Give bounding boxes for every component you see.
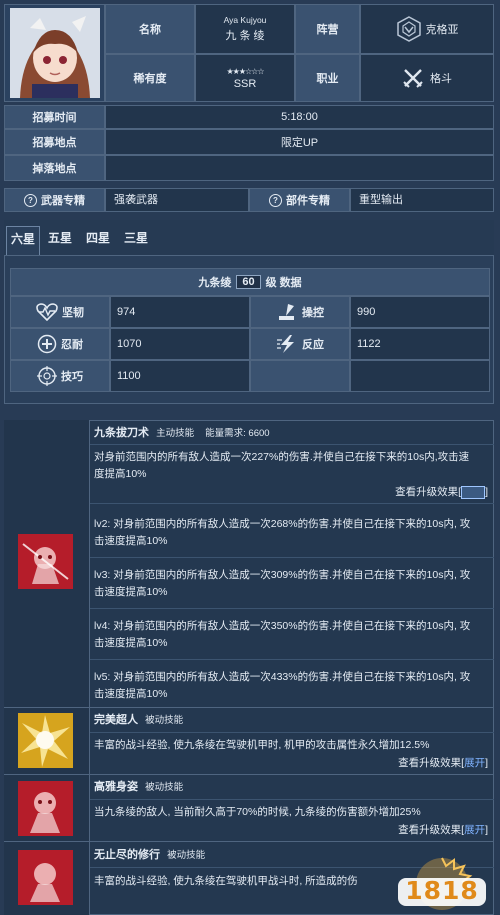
skill4-icon bbox=[18, 850, 73, 905]
divider bbox=[4, 841, 494, 842]
skill3-upgrade-link[interactable]: 查看升级效果[展开] bbox=[398, 822, 488, 837]
skill3-type: 被动技能 bbox=[145, 782, 184, 793]
skill1-level5: lv5: 对身前范围内的所有敌人造成一次433%的伤害.并使自己在接下来的10s… bbox=[94, 671, 471, 700]
name-roman: Aya Kujyou bbox=[223, 15, 267, 25]
rarity-stars: ★★★☆☆☆ bbox=[226, 66, 264, 76]
shield-plus-icon bbox=[37, 334, 57, 354]
divider bbox=[4, 774, 494, 775]
skill1-energy: 能量需求: 6600 bbox=[205, 428, 270, 439]
divider bbox=[4, 707, 494, 708]
job-cell: 格斗 bbox=[360, 54, 494, 102]
stats-title-row: 九条绫 60 级 数据 bbox=[10, 268, 490, 296]
skill2-upgrade-link[interactable]: 查看升级效果[展开] bbox=[398, 755, 488, 770]
divider bbox=[90, 608, 494, 609]
skill4-name: 无止尽的修行 bbox=[94, 849, 160, 861]
part-mastery-value: 重型输出 bbox=[350, 188, 494, 212]
drop-place-label: 掉落地点 bbox=[4, 155, 105, 181]
name-label: 名称 bbox=[105, 4, 195, 54]
recruit-time-value: 5:18:00 bbox=[105, 105, 494, 129]
skill2-expand-link[interactable]: 展开 bbox=[464, 757, 485, 769]
skill3-expand-link[interactable]: 展开 bbox=[464, 824, 485, 836]
skill3-name: 高雅身姿 bbox=[94, 781, 138, 793]
skill1-upgrade-link[interactable]: 查看升级效果[] bbox=[395, 484, 488, 499]
joystick-icon bbox=[279, 304, 294, 320]
tab-three-star[interactable]: 三星 bbox=[120, 226, 152, 250]
heart-pulse-icon bbox=[36, 303, 58, 321]
stat-value-toughness: 974 bbox=[110, 296, 250, 328]
star-tabs-bar bbox=[4, 220, 494, 256]
faction-emblem-icon bbox=[396, 16, 421, 42]
question-icon: ? bbox=[24, 193, 37, 207]
name-cn: 九 条 绫 bbox=[225, 30, 265, 42]
stat-label-empty bbox=[250, 360, 350, 392]
skill2-type: 被动技能 bbox=[145, 715, 184, 726]
stat-label-toughness: 坚韧 bbox=[10, 296, 110, 328]
name-cell: Aya Kujyou 九 条 绫 bbox=[195, 4, 295, 54]
crossed-swords-icon bbox=[403, 69, 423, 88]
skill4-type: 被动技能 bbox=[167, 850, 206, 861]
stat-value-endurance: 1070 bbox=[110, 328, 250, 360]
divider bbox=[90, 444, 494, 445]
stat-value-skill: 1100 bbox=[110, 360, 250, 392]
character-avatar bbox=[10, 8, 100, 98]
rarity-value: SSR bbox=[233, 77, 257, 90]
watermark-text: 1818 bbox=[405, 876, 479, 905]
skill1-name: 九条拔刀术 bbox=[94, 427, 149, 439]
drop-place-value bbox=[105, 155, 494, 181]
recruit-place-label: 招募地点 bbox=[4, 129, 105, 155]
tab-six-star[interactable]: 六星 bbox=[6, 226, 41, 255]
site-watermark-logo: 1818 bbox=[392, 856, 492, 912]
skill1-type: 主动技能 bbox=[156, 428, 195, 439]
skill1-level4: lv4: 对身前范围内的所有敌人造成一次350%的伤害.并使自己在接下来的10s… bbox=[94, 620, 471, 649]
skill1-level2: lv2: 对身前范围内的所有敌人造成一次268%的伤害.并使自己在接下来的10s… bbox=[94, 518, 471, 547]
recruit-time-label: 招募时间 bbox=[4, 105, 105, 129]
question-icon: ? bbox=[269, 193, 282, 207]
rarity-label: 稀有度 bbox=[105, 54, 195, 102]
skill1-desc: 对身前范围内的所有敌人造成一次227%的伤害.并使自己在接下来的10s内,攻击速… bbox=[94, 451, 470, 480]
skill3-icon bbox=[18, 781, 73, 836]
stat-label-endurance: 忍耐 bbox=[10, 328, 110, 360]
skill2-icon bbox=[18, 713, 73, 768]
job-label: 职业 bbox=[295, 54, 360, 102]
avatar-cell bbox=[4, 4, 105, 102]
rarity-cell: ★★★☆☆☆ SSR bbox=[195, 54, 295, 102]
skill1-level3: lv3: 对身前范围内的所有敌人造成一次309%的伤害.并使自己在接下来的10s… bbox=[94, 569, 471, 598]
tab-five-star[interactable]: 五星 bbox=[44, 226, 76, 250]
stat-label-reaction: 反应 bbox=[250, 328, 350, 360]
crosshair-icon bbox=[37, 366, 57, 386]
divider bbox=[90, 659, 494, 660]
divider bbox=[90, 503, 494, 504]
level-box: 60 bbox=[236, 275, 261, 289]
divider bbox=[90, 557, 494, 558]
stat-value-control: 990 bbox=[350, 296, 490, 328]
faction-cell: 克格亚 bbox=[360, 4, 494, 54]
stat-label-skill: 技巧 bbox=[10, 360, 110, 392]
stat-value-empty bbox=[350, 360, 490, 392]
stat-label-control: 操控 bbox=[250, 296, 350, 328]
skill3-header: 高雅身姿 被动技能 bbox=[94, 779, 484, 795]
skill2-name: 完美超人 bbox=[94, 714, 138, 726]
weapon-mastery-label: ? 武器专精 bbox=[4, 188, 105, 212]
skill1-expand-placeholder[interactable] bbox=[461, 485, 486, 499]
divider bbox=[90, 732, 494, 733]
skill2-header: 完美超人 被动技能 bbox=[94, 712, 484, 728]
skill2-desc: 丰富的战斗经验, 使九条绫在驾驶机甲时, 机甲的攻击属性永久增加12.5% bbox=[94, 739, 430, 751]
skill1-icon bbox=[18, 534, 73, 589]
stat-value-reaction: 1122 bbox=[350, 328, 490, 360]
divider bbox=[90, 799, 494, 800]
recruit-place-value: 限定UP bbox=[105, 129, 494, 155]
part-mastery-label: ? 部件专精 bbox=[249, 188, 350, 212]
tab-four-star[interactable]: 四星 bbox=[82, 226, 114, 250]
skill3-desc: 当九条绫的敌人, 当前耐久高于70%的时候, 九条绫的伤害额外增加25% bbox=[94, 806, 421, 818]
skill1-header: 九条拔刀术 主动技能 能量需求: 6600 bbox=[94, 425, 484, 441]
weapon-mastery-value: 强袭武器 bbox=[105, 188, 249, 212]
faction-label: 阵营 bbox=[295, 4, 360, 54]
lightning-icon bbox=[277, 335, 294, 353]
